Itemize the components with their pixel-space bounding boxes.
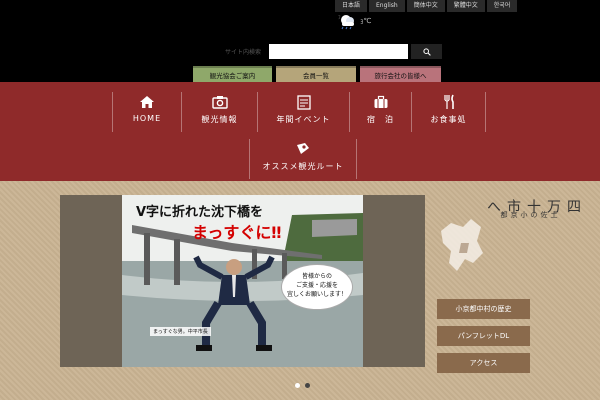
nav-label: 年間イベント xyxy=(276,115,331,124)
speech-line: 皆様からの xyxy=(301,273,332,280)
speech-line: ご支援・応援を xyxy=(295,282,338,289)
nav-annual-events[interactable]: 年間イベント xyxy=(258,92,350,132)
nav-sightseeing[interactable]: 観光情報 xyxy=(182,92,258,132)
calendar-icon xyxy=(296,95,311,110)
region-map-icon xyxy=(441,219,483,271)
hero-slider[interactable]: V字に折れた沈下橋を まっすぐに‼ 皆様からの ご支援・応援を 宜しくお願いしま… xyxy=(60,195,425,388)
weather-cloud-icon xyxy=(341,15,354,30)
home-icon xyxy=(140,96,154,108)
top-header: 日本語 English 簡体中文 繁體中文 한국어 ﾌ ｮ℃ サイト内検索 観光… xyxy=(0,0,600,82)
nav-label: 宿 泊 xyxy=(367,115,394,124)
lang-traditional-chinese[interactable]: 繁體中文 xyxy=(446,0,485,12)
nav-home[interactable]: HOME xyxy=(112,92,182,132)
pamphlet-download-button[interactable]: パンフレットDL xyxy=(437,326,530,346)
nav-label: お食事処 xyxy=(430,115,467,124)
slider-dot-1[interactable] xyxy=(295,383,300,388)
weather-widget: ｮ℃ xyxy=(339,11,379,31)
lang-korean[interactable]: 한국어 xyxy=(486,0,518,12)
main-navigation: HOME 観光情報 年間イベント 宿 泊 お食事処 オススメ観光ルート xyxy=(0,82,600,181)
side-subtitle: 土佐の小京都 xyxy=(500,211,558,219)
history-button[interactable]: 小京都中村の歴史 xyxy=(437,299,530,319)
main-nav-row: HOME 観光情報 年間イベント 宿 泊 お食事処 xyxy=(112,92,486,132)
subnav-association[interactable]: 観光協会ご案内 xyxy=(193,66,272,82)
lang-simplified-chinese[interactable]: 簡体中文 xyxy=(406,0,445,12)
nav-accommodation[interactable]: 宿 泊 xyxy=(350,92,412,132)
slide-headline: V字に折れた沈下橋を xyxy=(136,205,264,220)
slider-pagination xyxy=(295,383,310,388)
suitcase-icon xyxy=(374,95,387,108)
hero-slide[interactable]: V字に折れた沈下橋を まっすぐに‼ 皆様からの ご支援・応援を 宜しくお願いしま… xyxy=(122,195,363,367)
slider-dot-2[interactable] xyxy=(305,383,310,388)
speech-line: 宜しくお願いします！ xyxy=(286,291,347,298)
search-label: サイト内検索 xyxy=(225,49,262,56)
nav-recommended-routes[interactable]: オススメ観光ルート xyxy=(249,139,357,179)
slide-caption: まっすぐな男。中平市長 xyxy=(150,327,211,336)
nav-label: オススメ観光ルート xyxy=(262,162,344,171)
search-input[interactable] xyxy=(269,44,408,59)
site-search: サイト内検索 xyxy=(225,44,442,59)
sub-navigation: 観光協会ご案内 会員一覧 旅行会社の皆様へ xyxy=(193,66,441,82)
fork-knife-icon xyxy=(443,94,454,109)
subnav-members[interactable]: 会員一覧 xyxy=(276,66,356,82)
search-icon xyxy=(422,47,431,56)
map-pin-icon xyxy=(297,143,309,154)
weather-temperature: ｮ℃ xyxy=(360,17,372,25)
nav-restaurants[interactable]: お食事処 xyxy=(412,92,486,132)
nav-label: 観光情報 xyxy=(201,115,238,124)
main-nav-row-2: オススメ観光ルート xyxy=(249,139,357,179)
camera-icon xyxy=(211,96,228,109)
search-button[interactable] xyxy=(411,44,442,59)
access-button[interactable]: アクセス xyxy=(437,353,530,373)
nav-label: HOME xyxy=(132,114,162,123)
main-content: V字に折れた沈下橋を まっすぐに‼ 皆様からの ご支援・応援を 宜しくお願いしま… xyxy=(0,181,600,400)
subnav-travel-agencies[interactable]: 旅行会社の皆様へ xyxy=(360,66,441,82)
speech-bubble: 皆様からの ご支援・応援を 宜しくお願いします！ xyxy=(282,265,352,309)
slide-emphasis: まっすぐに‼ xyxy=(192,223,282,242)
